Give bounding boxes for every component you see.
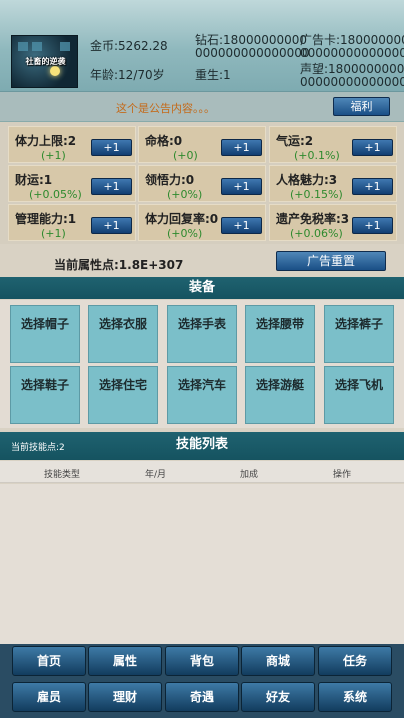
equip-slot-label: 选择飞机 xyxy=(334,378,383,392)
attribute-name: 人格魅力:3 xyxy=(276,173,338,187)
attribute-bonus: (+0%) xyxy=(167,227,203,240)
equipment-title: 装备 xyxy=(0,277,404,299)
gold-stat: 金币:5262.28 xyxy=(90,39,168,53)
column-skill-type: 技能类型 xyxy=(44,470,81,480)
attribute-luck: 气运:2 (+0.1%) +1 xyxy=(269,126,397,163)
skills-table-body xyxy=(0,484,404,644)
attribute-bonus: (+0%) xyxy=(167,188,203,201)
add-charisma-button[interactable]: +1 xyxy=(352,178,393,195)
adcard-stat-cont: 000000000000000 xyxy=(300,46,404,60)
equip-slot-belt[interactable]: 选择腰带 xyxy=(245,305,315,363)
add-management-button[interactable]: +1 xyxy=(91,217,132,234)
add-stamina-max-button[interactable]: +1 xyxy=(91,139,132,156)
avatar[interactable]: 社畜的逆袭 xyxy=(11,35,78,88)
equip-slot-label: 选择帽子 xyxy=(20,317,69,331)
age-stat: 年龄:12/70岁 xyxy=(90,68,165,82)
nav-system[interactable]: 系统 xyxy=(318,682,392,712)
attribute-bonus: (+0.06%) xyxy=(290,227,343,240)
equip-slot-car[interactable]: 选择汽车 xyxy=(167,366,237,424)
ad-reset-button[interactable]: 广告重置 xyxy=(276,251,386,271)
skill-points: 当前技能点:2 xyxy=(11,443,65,453)
attribute-name: 管理能力:1 xyxy=(15,212,77,226)
equip-slot-label: 选择住宅 xyxy=(98,378,147,392)
add-stamina-recovery-button[interactable]: +1 xyxy=(221,217,262,234)
avatar-window-decor xyxy=(18,42,28,51)
attribute-inheritance-tax: 遗产免税率:3 (+0.06%) +1 xyxy=(269,204,397,241)
nav-finance[interactable]: 理财 xyxy=(88,682,162,712)
attribute-name: 体力上限:2 xyxy=(15,134,77,148)
equip-slot-yacht[interactable]: 选择游艇 xyxy=(245,366,315,424)
nav-tasks[interactable]: 任务 xyxy=(318,646,392,676)
add-fate-button[interactable]: +1 xyxy=(221,139,262,156)
equip-slot-label: 选择腰带 xyxy=(255,317,304,331)
diamond-stat-cont: 000000000000000 xyxy=(195,46,310,60)
attribute-bonus: (+1) xyxy=(41,227,66,240)
status-header: 社畜的逆袭 金币:5262.28 年龄:12/70岁 钻石:1800000000… xyxy=(0,0,404,92)
attribute-name: 领悟力:0 xyxy=(145,173,195,187)
add-comprehension-button[interactable]: +1 xyxy=(221,178,262,195)
attribute-comprehension: 领悟力:0 (+0%) +1 xyxy=(138,165,266,202)
attribute-bonus: (+0.1%) xyxy=(294,149,340,162)
attribute-wealth-luck: 财运:1 (+0.05%) +1 xyxy=(8,165,136,202)
welfare-button[interactable]: 福利 xyxy=(333,97,390,116)
attribute-management: 管理能力:1 (+1) +1 xyxy=(8,204,136,241)
nav-shop[interactable]: 商城 xyxy=(241,646,315,676)
equip-slot-pants[interactable]: 选择裤子 xyxy=(324,305,394,363)
nav-home[interactable]: 首页 xyxy=(12,646,86,676)
skills-title: 技能列表 xyxy=(175,437,228,452)
equip-slot-label: 选择衣服 xyxy=(98,317,147,331)
equip-slot-hat[interactable]: 选择帽子 xyxy=(10,305,80,363)
equip-slot-shoes[interactable]: 选择鞋子 xyxy=(10,366,80,424)
bottom-nav: 首页 属性 背包 商城 任务 雇员 理财 奇遇 好友 系统 xyxy=(0,644,404,718)
nav-employees[interactable]: 雇员 xyxy=(12,682,86,712)
equip-slot-label: 选择游艇 xyxy=(255,378,304,392)
attribute-panel: 体力上限:2 (+1) +1 命格:0 (+0) +1 气运:2 (+0.1%)… xyxy=(0,122,404,244)
equip-slot-clothes[interactable]: 选择衣服 xyxy=(88,305,158,363)
equipment-panel: 选择帽子 选择衣服 选择手表 选择腰带 选择裤子 选择鞋子 选择住宅 选择汽车 … xyxy=(0,300,404,428)
avatar-window-decor xyxy=(60,42,70,51)
attribute-bonus: (+0.15%) xyxy=(290,188,343,201)
equip-slot-label: 选择鞋子 xyxy=(20,378,69,392)
attribute-name: 体力回复率:0 xyxy=(145,212,219,226)
add-inheritance-tax-button[interactable]: +1 xyxy=(352,217,393,234)
skills-table-header: 技能类型 年/月 加成 操作 xyxy=(0,461,404,483)
equip-slot-label: 选择裤子 xyxy=(334,317,383,331)
attribute-name: 气运:2 xyxy=(276,134,314,148)
avatar-lamp-decor xyxy=(50,66,60,76)
nav-adventure[interactable]: 奇遇 xyxy=(165,682,239,712)
notice-text: 这个是公告内容。。。 xyxy=(116,102,215,115)
column-year-month: 年/月 xyxy=(145,470,167,480)
attribute-stamina-max: 体力上限:2 (+1) +1 xyxy=(8,126,136,163)
nav-backpack[interactable]: 背包 xyxy=(165,646,239,676)
column-bonus: 加成 xyxy=(240,470,259,480)
attribute-bonus: (+0) xyxy=(173,149,198,162)
fame-stat-cont: 000000000000000 xyxy=(300,75,404,89)
equip-slot-house[interactable]: 选择住宅 xyxy=(88,366,158,424)
attribute-name: 命格:0 xyxy=(145,134,183,148)
avatar-window-decor xyxy=(32,42,42,51)
nav-friends[interactable]: 好友 xyxy=(241,682,315,712)
equip-slot-label: 选择汽车 xyxy=(177,378,226,392)
equip-slot-watch[interactable]: 选择手表 xyxy=(167,305,237,363)
column-action: 操作 xyxy=(333,470,352,480)
attribute-bonus: (+0.05%) xyxy=(29,188,82,201)
attribute-stamina-recovery: 体力回复率:0 (+0%) +1 xyxy=(138,204,266,241)
avatar-title: 社畜的逆袭 xyxy=(25,57,66,66)
attribute-name: 遗产免税率:3 xyxy=(276,212,350,226)
add-luck-button[interactable]: +1 xyxy=(352,139,393,156)
equip-slot-label: 选择手表 xyxy=(177,317,226,331)
add-wealth-luck-button[interactable]: +1 xyxy=(91,178,132,195)
attribute-fate: 命格:0 (+0) +1 xyxy=(138,126,266,163)
nav-attributes[interactable]: 属性 xyxy=(88,646,162,676)
rebirth-stat: 重生:1 xyxy=(195,68,231,82)
attribute-bonus: (+1) xyxy=(41,149,66,162)
attribute-charisma: 人格魅力:3 (+0.15%) +1 xyxy=(269,165,397,202)
attribute-name: 财运:1 xyxy=(15,173,53,187)
equip-slot-plane[interactable]: 选择飞机 xyxy=(324,366,394,424)
attribute-points: 当前属性点:1.8E+307 xyxy=(54,258,184,272)
